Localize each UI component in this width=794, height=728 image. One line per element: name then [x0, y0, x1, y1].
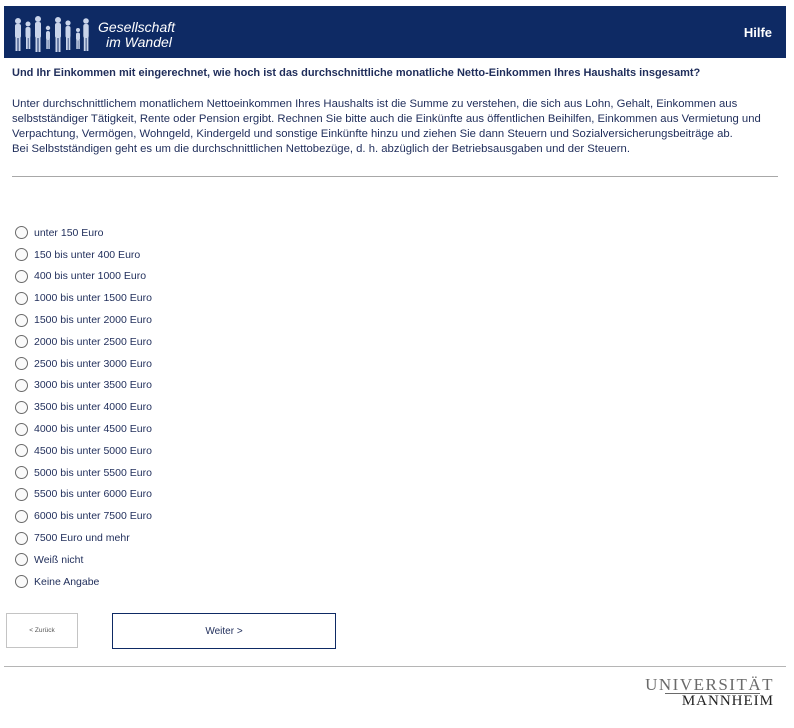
answer-option-label: 4000 bis unter 4500 Euro: [34, 423, 152, 436]
university-line1: UNIVERSITÄT: [645, 675, 774, 694]
university-line2: MANNHEIM: [681, 693, 774, 709]
radio-button[interactable]: [15, 509, 28, 523]
answer-option[interactable]: 3500 bis unter 4000 Euro: [15, 396, 152, 418]
answer-option[interactable]: 7500 Euro und mehr: [15, 527, 152, 549]
answer-option[interactable]: 2500 bis unter 3000 Euro: [15, 353, 152, 375]
answer-option-label: 3500 bis unter 4000 Euro: [34, 401, 152, 414]
radio-button[interactable]: [15, 378, 28, 392]
people-silhouette-icon: [15, 16, 89, 52]
logo-line1: Gesellschaft: [98, 19, 176, 35]
back-button[interactable]: < Zurück: [6, 613, 78, 648]
radio-button[interactable]: [15, 335, 28, 349]
answer-option-label: 6000 bis unter 7500 Euro: [34, 510, 152, 523]
radio-button[interactable]: [15, 487, 28, 501]
answer-option[interactable]: 4000 bis unter 4500 Euro: [15, 418, 152, 440]
explanation-para1: Unter durchschnittlichem monatlichem Net…: [12, 98, 761, 140]
help-link[interactable]: Hilfe: [744, 25, 772, 40]
radio-button[interactable]: [15, 575, 28, 589]
answer-option[interactable]: 5500 bis unter 6000 Euro: [15, 484, 152, 506]
answer-option[interactable]: unter 150 Euro: [15, 222, 152, 244]
answer-option[interactable]: 6000 bis unter 7500 Euro: [15, 505, 152, 527]
answer-option[interactable]: 1500 bis unter 2000 Euro: [15, 309, 152, 331]
question-text: Und Ihr Einkommen mit eingerechnet, wie …: [12, 67, 701, 79]
radio-button[interactable]: [15, 400, 28, 414]
radio-button[interactable]: [15, 357, 28, 371]
answer-options: unter 150 Euro 150 bis unter 400 Euro 400 …: [15, 222, 152, 593]
answer-option[interactable]: 400 bis unter 1000 Euro: [15, 266, 152, 288]
answer-option[interactable]: 1000 bis unter 1500 Euro: [15, 287, 152, 309]
radio-button[interactable]: [15, 313, 28, 327]
answer-option-label: Weiß nicht: [34, 553, 84, 566]
answer-option[interactable]: 3000 bis unter 3500 Euro: [15, 375, 152, 397]
radio-button[interactable]: [15, 269, 28, 283]
footer-divider: [4, 666, 786, 667]
radio-button[interactable]: [15, 226, 28, 240]
explanation-para2: Bei Selbstständigen geht es um die durch…: [12, 143, 630, 155]
radio-button[interactable]: [15, 553, 28, 567]
answer-option-label: 3000 bis unter 3500 Euro: [34, 379, 152, 392]
answer-option[interactable]: 2000 bis unter 2500 Euro: [15, 331, 152, 353]
answer-option-label: 4500 bis unter 5000 Euro: [34, 444, 152, 457]
radio-button[interactable]: [15, 291, 28, 305]
answer-option-label: unter 150 Euro: [34, 226, 104, 239]
answer-option-label: 400 bis unter 1000 Euro: [34, 270, 147, 283]
answer-option[interactable]: 4500 bis unter 5000 Euro: [15, 440, 152, 462]
logo: Gesellschaft im Wandel: [8, 8, 198, 56]
header-bar: Gesellschaft im Wandel Hilfe: [4, 6, 786, 58]
answer-option-label: 2000 bis unter 2500 Euro: [34, 335, 152, 348]
logo-line2: im Wandel: [106, 34, 172, 50]
radio-button[interactable]: [15, 422, 28, 436]
logo-text: Gesellschaft im Wandel: [98, 20, 175, 50]
answer-option-label: 5000 bis unter 5500 Euro: [34, 466, 152, 479]
answer-option-label: 150 bis unter 400 Euro: [34, 248, 141, 261]
radio-button[interactable]: [15, 466, 28, 480]
answer-option-label: 7500 Euro und mehr: [34, 532, 130, 545]
answer-option-label: 5500 bis unter 6000 Euro: [34, 488, 152, 501]
answer-option-label: 2500 bis unter 3000 Euro: [34, 357, 152, 370]
radio-button[interactable]: [15, 531, 28, 545]
answer-option[interactable]: 150 bis unter 400 Euro: [15, 244, 152, 266]
answer-option[interactable]: Weiß nicht: [15, 549, 152, 571]
radio-button[interactable]: [15, 248, 28, 262]
radio-button[interactable]: [15, 444, 28, 458]
answer-option[interactable]: 5000 bis unter 5500 Euro: [15, 462, 152, 484]
logo-rule: [665, 693, 760, 694]
explanation-text: Unter durchschnittlichem monatlichem Net…: [12, 97, 780, 157]
answer-option-label: 1500 bis unter 2000 Euro: [34, 314, 152, 327]
divider: [12, 176, 778, 177]
answer-option[interactable]: Keine Angabe: [15, 571, 152, 593]
next-button[interactable]: Weiter >: [112, 613, 336, 649]
answer-option-label: Keine Angabe: [34, 575, 100, 588]
answer-option-label: 1000 bis unter 1500 Euro: [34, 292, 152, 305]
